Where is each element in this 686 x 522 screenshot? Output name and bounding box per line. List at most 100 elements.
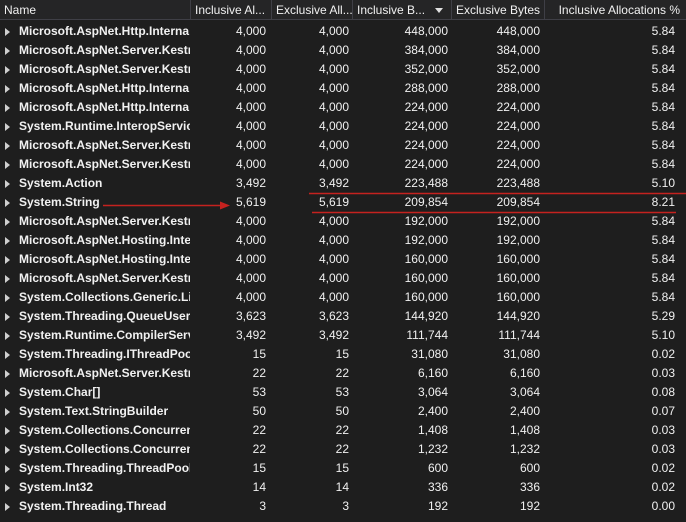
cell-excl-alloc: 3,492 xyxy=(318,176,349,190)
table-row[interactable]: System.Runtime.InteropServic 4,000 4,000 22… xyxy=(0,117,686,136)
cell-incl-bytes: 224,000 xyxy=(404,119,448,133)
cell-incl-bytes: 209,854 xyxy=(404,195,448,209)
cell-excl-bytes: 3,064 xyxy=(509,385,540,399)
cell-incl-alloc: 4,000 xyxy=(235,138,266,152)
table-row[interactable]: System.Threading.IThreadPool 15 15 31,080 31… xyxy=(0,345,686,364)
cell-incl-bytes: 448,000 xyxy=(404,24,448,38)
cell-incl-bytes: 111,744 xyxy=(406,328,448,342)
table-row[interactable]: System.Collections.Concurrent 22 22 1,408 1,… xyxy=(0,421,686,440)
table-row[interactable]: System.Char[] 53 53 3,064 3,064 0.08 xyxy=(0,383,686,402)
cell-incl-alloc: 4,000 xyxy=(235,214,266,228)
cell-excl-bytes: 209,854 xyxy=(496,195,540,209)
cell-excl-alloc: 4,000 xyxy=(318,252,349,266)
table-row[interactable]: System.Runtime.CompilerServ 3,492 3,492 111… xyxy=(0,326,686,345)
cell-name: System.Runtime.InteropServic xyxy=(19,119,190,133)
cell-excl-alloc: 4,000 xyxy=(318,271,349,285)
cell-name: Microsoft.AspNet.Server.Kestr xyxy=(19,62,190,76)
cell-name: System.Collections.Concurrent xyxy=(19,442,190,456)
cell-name: System.Threading.IThreadPool xyxy=(19,347,190,361)
cell-incl-pct: 5.84 xyxy=(651,157,675,171)
column-header-inclusive-allocations[interactable]: Inclusive Al... xyxy=(191,0,272,20)
table-row[interactable]: Microsoft.AspNet.Server.Kestr 4,000 4,000 1… xyxy=(0,212,686,231)
table-row[interactable]: Microsoft.AspNet.Server.Kestr 22 22 6,160 6,… xyxy=(0,364,686,383)
table-row[interactable]: Microsoft.AspNet.Http.Interna 4,000 4,000 2… xyxy=(0,79,686,98)
column-header-name[interactable]: Name xyxy=(0,0,191,20)
table-row[interactable]: Microsoft.AspNet.Server.Kestr 4,000 4,000 3… xyxy=(0,60,686,79)
cell-excl-alloc: 4,000 xyxy=(318,81,349,95)
cell-excl-alloc: 22 xyxy=(335,366,349,380)
column-header-inclusive-allocations-percent[interactable]: Inclusive Allocations % xyxy=(545,0,686,20)
table-row[interactable]: System.Collections.Concurrent 22 22 1,232 1,… xyxy=(0,440,686,459)
table-row[interactable]: System.Threading.ThreadPoolW 15 15 600 600 0.… xyxy=(0,459,686,478)
cell-excl-bytes: 2,400 xyxy=(509,404,540,418)
cell-incl-pct: 5.84 xyxy=(651,100,675,114)
cell-excl-bytes: 31,080 xyxy=(503,347,540,361)
column-header-exclusive-allocations[interactable]: Exclusive All... xyxy=(272,0,353,20)
cell-name: Microsoft.AspNet.Server.Kestr xyxy=(19,271,190,285)
cell-incl-alloc: 3,623 xyxy=(235,309,266,323)
table-row[interactable]: System.String 5,619 5,619 209,854 209,854 8.2… xyxy=(0,193,686,212)
cell-incl-alloc: 22 xyxy=(252,442,266,456)
column-header-inclusive-bytes[interactable]: Inclusive B... xyxy=(353,0,452,20)
table-row[interactable]: System.Action 3,492 3,492 223,488 223,488 5.1… xyxy=(0,174,686,193)
column-header-inclusive-bytes-label: Inclusive B... xyxy=(357,3,426,17)
column-header-exclusive-bytes[interactable]: Exclusive Bytes xyxy=(452,0,545,20)
cell-incl-pct: 5.10 xyxy=(651,176,675,190)
cell-name: Microsoft.AspNet.Server.Kestr xyxy=(19,157,190,171)
table-row[interactable]: System.Threading.Thread 3 3 192 192 0.00 xyxy=(0,497,686,516)
table-row[interactable]: System.Int32 14 14 336 336 0.02 xyxy=(0,478,686,497)
cell-incl-pct: 8.21 xyxy=(651,195,675,209)
cell-incl-pct: 0.02 xyxy=(651,347,675,361)
cell-name: Microsoft.AspNet.Server.Kestr xyxy=(19,43,190,57)
cell-name: System.Threading.ThreadPoolW xyxy=(19,461,190,475)
cell-incl-pct: 5.84 xyxy=(651,81,675,95)
cell-excl-alloc: 4,000 xyxy=(318,24,349,38)
cell-incl-alloc: 4,000 xyxy=(235,119,266,133)
cell-incl-pct: 5.84 xyxy=(651,271,675,285)
cell-incl-pct: 5.84 xyxy=(651,214,675,228)
table-row[interactable]: Microsoft.AspNet.Server.Kestr 4,000 4,000 3… xyxy=(0,41,686,60)
cell-incl-pct: 0.03 xyxy=(651,423,675,437)
cell-incl-pct: 0.02 xyxy=(651,461,675,475)
table-row[interactable]: Microsoft.AspNet.Server.Kestr 4,000 4,000 1… xyxy=(0,269,686,288)
cell-excl-bytes: 384,000 xyxy=(496,43,540,57)
cell-excl-bytes: 352,000 xyxy=(496,62,540,76)
cell-excl-bytes: 160,000 xyxy=(496,252,540,266)
cell-incl-pct: 5.84 xyxy=(651,290,675,304)
table-row[interactable]: Microsoft.AspNet.Server.Kestr 4,000 4,000 2… xyxy=(0,155,686,174)
cell-incl-pct: 0.03 xyxy=(651,366,675,380)
table-row[interactable]: Microsoft.AspNet.Server.Kestr 4,000 4,000 2… xyxy=(0,136,686,155)
cell-incl-alloc: 3,492 xyxy=(235,176,266,190)
table-row[interactable]: Microsoft.AspNet.Hosting.Inte 4,000 4,000 1… xyxy=(0,250,686,269)
cell-incl-bytes: 1,232 xyxy=(417,442,448,456)
cell-incl-pct: 5.84 xyxy=(651,233,675,247)
cell-excl-bytes: 111,744 xyxy=(498,328,540,342)
cell-incl-bytes: 224,000 xyxy=(404,100,448,114)
cell-incl-bytes: 223,488 xyxy=(404,176,448,190)
cell-incl-alloc: 4,000 xyxy=(235,252,266,266)
table-row[interactable]: Microsoft.AspNet.Hosting.Inte 4,000 4,000 1… xyxy=(0,231,686,250)
cell-name: System.Collections.Generic.List xyxy=(19,290,190,304)
cell-excl-alloc: 4,000 xyxy=(318,138,349,152)
cell-incl-pct: 5.10 xyxy=(651,328,675,342)
cell-incl-pct: 5.84 xyxy=(651,43,675,57)
cell-incl-bytes: 1,408 xyxy=(417,423,448,437)
cell-incl-bytes: 192,000 xyxy=(404,214,448,228)
cell-incl-bytes: 384,000 xyxy=(404,43,448,57)
cell-name: Microsoft.AspNet.Server.Kestr xyxy=(19,366,190,380)
cell-excl-bytes: 192,000 xyxy=(496,233,540,247)
table-row[interactable]: System.Collections.Generic.List 4,000 4,00… xyxy=(0,288,686,307)
cell-name: Microsoft.AspNet.Server.Kestr xyxy=(19,214,190,228)
table-row[interactable]: System.Threading.QueueUserW 3,623 3,623 144… xyxy=(0,307,686,326)
cell-name: Microsoft.AspNet.Http.Interna xyxy=(19,81,190,95)
cell-excl-alloc: 3,492 xyxy=(318,328,349,342)
table-row[interactable]: Microsoft.AspNet.Http.Interna 4,000 4,000 4… xyxy=(0,22,686,41)
table-row[interactable]: System.Text.StringBuilder 50 50 2,400 2,400 0… xyxy=(0,402,686,421)
cell-incl-alloc: 3 xyxy=(259,499,266,513)
cell-name: System.String xyxy=(19,195,100,209)
allocation-grid: Name Inclusive Al... Exclusive All... In… xyxy=(0,0,686,522)
cell-excl-alloc: 4,000 xyxy=(318,214,349,228)
table-row[interactable]: Microsoft.AspNet.Http.Interna 4,000 4,000 2… xyxy=(0,98,686,117)
cell-name: System.Threading.QueueUserW xyxy=(19,309,190,323)
cell-excl-alloc: 4,000 xyxy=(318,43,349,57)
